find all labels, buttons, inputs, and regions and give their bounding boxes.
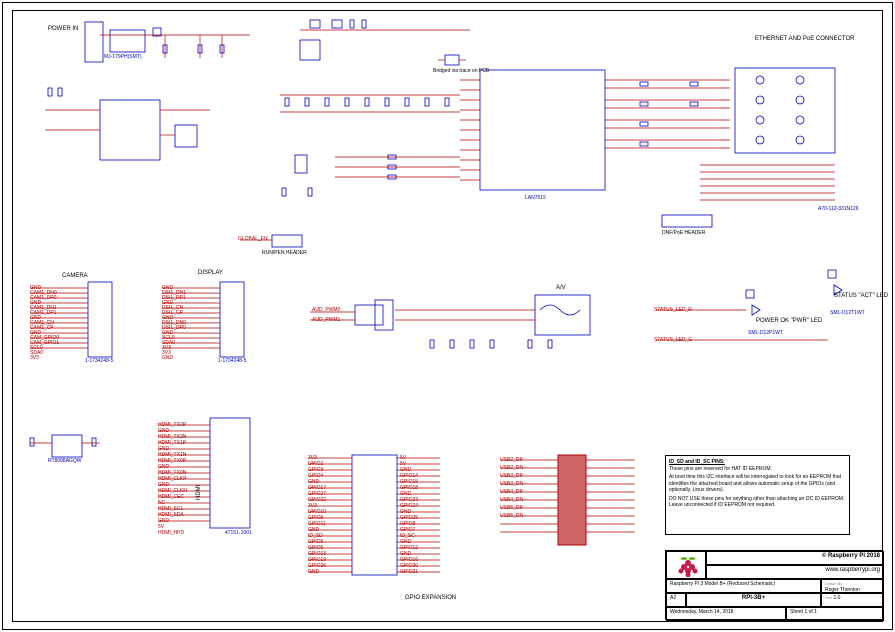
status-led-g-net: STATUS_LED_G (654, 337, 692, 343)
title-block: © Raspberry Pi 2018 www.raspberrypi.org … (665, 550, 883, 620)
pin-label: HDMI_HPD (158, 530, 184, 536)
rev-value: 1.0 (834, 595, 841, 601)
drawn-label: Drawn By (825, 581, 842, 586)
drawn-cell: Drawn By Roger Thornton (821, 579, 884, 593)
pin-label: GPIO21 (400, 569, 418, 575)
pin-label: GND (162, 355, 173, 361)
run-header-label: RUN/PEN HEADER (262, 250, 307, 256)
lan-chip-part: LAN7515 (525, 195, 546, 201)
note-line1: These pins are reserved for HAT ID EEPRO… (669, 466, 846, 473)
pin-label: USB2_DN (500, 465, 523, 471)
fan-header-label: DNF/PoE HEADER (662, 230, 705, 236)
hdmi-conn-part: 47151-1001 (225, 530, 252, 536)
url-cell: www.raspberrypi.org (706, 565, 884, 579)
bridge-note: Bridged via trace on PCB (433, 68, 489, 74)
pin-label: USB3_DN (500, 481, 523, 487)
rj45-part: A70-112-331N126 (818, 206, 859, 212)
size-cell: A2 (666, 593, 686, 607)
doc-cell: RPI-3B+ (686, 593, 821, 607)
sheet-label: Sheet (790, 609, 803, 615)
pin-label: USB2_DP (500, 457, 523, 463)
global-en-net: GLOBAL_EN (238, 236, 268, 242)
note-line2: At boot time this I2C interface will be … (669, 474, 846, 494)
id-pins-note: ID_SD and ID_SC PINS: These pins are res… (665, 455, 850, 535)
raspberry-logo-icon (670, 553, 706, 577)
copyright-cell: © Raspberry Pi 2018 (706, 551, 884, 565)
rev-cell: Rev 1.0 (821, 593, 884, 607)
rev-label: Rev (825, 595, 832, 600)
pin-label: GND (308, 569, 319, 575)
pin-label: USB4_DN (500, 497, 523, 503)
display-conn-part: 1-1734248-5 (218, 358, 246, 364)
date-cell: Wednesday, March 14, 2018 (666, 607, 786, 621)
pin-label: 3V3 (30, 355, 39, 361)
schematic-canvas (0, 0, 895, 632)
camera-conn-part: 1-1734248-5 (85, 358, 113, 364)
led2-part: SML-D12T1WT (830, 310, 865, 316)
status-led-r-net: STATUS_LED_R (654, 307, 692, 313)
pin-label: USB5_DP (500, 505, 523, 511)
sheet-cell: Sheet 1 of 1 (786, 607, 884, 621)
led1-part: SML-D12P1WT (748, 330, 783, 336)
pin-label: USB4_DP (500, 489, 523, 495)
note-line3: DO NOT USE these pins for anything other… (669, 496, 846, 509)
pin-label: USB5_DN (500, 513, 523, 519)
sheet-value: 1 of 1 (804, 609, 817, 615)
audio-l-net: AUD_PWM0 (312, 307, 340, 313)
audio-r-net: AUD_PWM1 (312, 317, 340, 323)
pin-label: USB3_DP (500, 473, 523, 479)
power-conn-part: MJ-179PH(SMT) (104, 54, 142, 60)
logo-cell (666, 551, 706, 579)
reg-part: RT8088AGQW (48, 458, 82, 464)
project-cell: Raspberry Pi 3 Model B+ (Reduced Schemat… (666, 579, 821, 593)
